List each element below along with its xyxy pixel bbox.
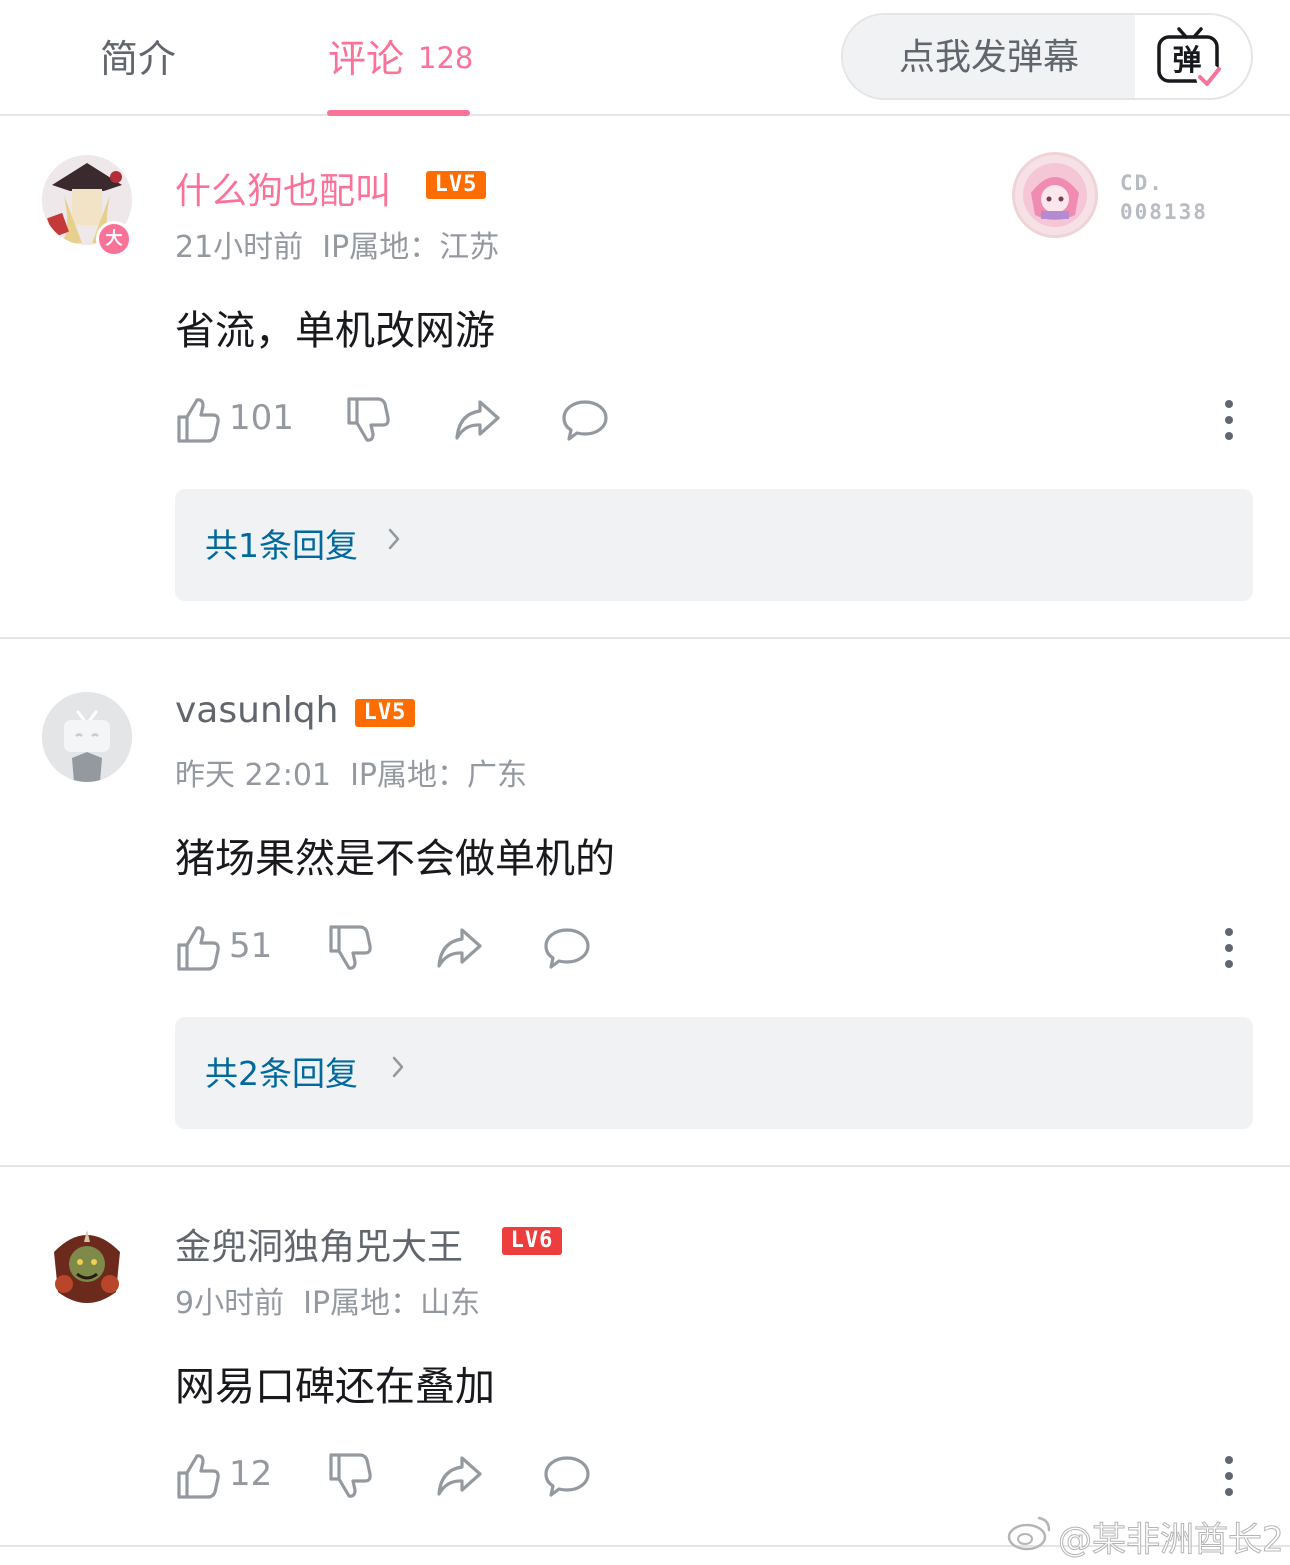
thumb-down-icon xyxy=(329,925,372,970)
more-vertical-icon xyxy=(1225,1456,1233,1496)
comment-ip: IP属地：广东 xyxy=(350,758,528,793)
tab-intro[interactable]: 简介 xyxy=(100,28,176,83)
comment-meta: 9小时前 IP属地：山东 xyxy=(175,1278,480,1322)
more-vertical-icon xyxy=(1225,928,1233,968)
tab-bar: 简介 评论 128 点我发弹幕 弹 xyxy=(0,0,1290,116)
comment-time: 昨天 22:01 xyxy=(175,758,331,793)
share-icon xyxy=(437,928,482,968)
like-button[interactable] xyxy=(175,396,221,446)
danmaku-input[interactable]: 点我发弹幕 xyxy=(843,15,1135,98)
share-button[interactable] xyxy=(435,1452,483,1502)
comment-text: 猪场果然是不会做单机的 xyxy=(175,836,615,882)
tab-comments-label: 评论 xyxy=(328,37,405,81)
comment-ip: IP属地：山东 xyxy=(303,1286,481,1321)
tab-comments[interactable]: 评论 128 xyxy=(328,28,473,83)
comment-actions: 51 xyxy=(175,924,1255,974)
level-badge: LV6 xyxy=(502,1227,562,1255)
watermark: @某非洲酋长2 xyxy=(1058,1520,1285,1561)
fan-medal-code: CD. xyxy=(1120,171,1164,195)
divider xyxy=(0,1165,1290,1167)
thumb-up-icon xyxy=(177,398,220,443)
comment-meta: 21小时前 IP属地：江苏 xyxy=(175,222,499,266)
chevron-right-icon xyxy=(392,1056,404,1078)
share-icon xyxy=(455,400,500,440)
reply-button[interactable] xyxy=(561,396,609,446)
fan-medal-image xyxy=(1023,163,1087,227)
active-tab-indicator xyxy=(327,110,470,116)
danmaku-toggle-button[interactable]: 弹 xyxy=(1155,25,1225,91)
comment-text: 网易口碑还在叠加 xyxy=(175,1364,495,1410)
share-button[interactable] xyxy=(453,396,501,446)
replies-box[interactable]: 共2条回复 xyxy=(175,1017,1253,1129)
danmaku-tv-icon: 弹 xyxy=(1157,27,1222,90)
comment-ip: IP属地：江苏 xyxy=(322,230,500,265)
avatar[interactable] xyxy=(42,692,132,782)
dislike-button[interactable] xyxy=(327,1452,373,1502)
thumb-down-icon xyxy=(347,397,390,442)
replies-link[interactable]: 共2条回复 xyxy=(205,1047,358,1095)
replies-box[interactable]: 共1条回复 xyxy=(175,489,1253,601)
username[interactable]: 什么狗也配叫 xyxy=(175,162,391,214)
share-icon xyxy=(437,1456,482,1496)
more-button[interactable] xyxy=(1222,926,1236,974)
avatar-image xyxy=(42,1222,132,1312)
chat-bubble-icon xyxy=(544,1456,590,1497)
more-button[interactable] xyxy=(1222,1454,1236,1502)
chat-bubble-icon xyxy=(544,928,590,969)
comment-time: 9小时前 xyxy=(175,1286,285,1321)
like-count: 101 xyxy=(229,398,294,438)
comment-text: 省流，单机改网游 xyxy=(175,308,495,354)
comment-actions: 101 xyxy=(175,396,1255,446)
chat-bubble-icon xyxy=(562,400,608,441)
avatar[interactable] xyxy=(42,1222,132,1312)
level-badge: LV5 xyxy=(426,171,486,199)
username[interactable]: 金兜洞独角兕大王 xyxy=(175,1218,463,1270)
like-count: 12 xyxy=(229,1454,273,1494)
thumb-up-icon xyxy=(177,926,220,971)
thumb-down-icon xyxy=(329,1453,372,1498)
comment-time: 21小时前 xyxy=(175,230,304,265)
vip-badge: 大 xyxy=(96,221,132,257)
reply-button[interactable] xyxy=(543,924,591,974)
more-button[interactable] xyxy=(1222,398,1236,446)
username[interactable]: vasunlqh xyxy=(175,690,338,731)
dislike-button[interactable] xyxy=(345,396,391,446)
fan-medal-badge[interactable] xyxy=(1012,152,1098,238)
more-vertical-icon xyxy=(1225,400,1233,440)
dislike-button[interactable] xyxy=(327,924,373,974)
like-button[interactable] xyxy=(175,924,221,974)
like-count: 51 xyxy=(229,926,273,966)
comment-meta: 昨天 22:01 IP属地：广东 xyxy=(175,750,527,794)
chevron-right-icon xyxy=(388,528,400,550)
comment-actions: 12 xyxy=(175,1452,1255,1502)
replies-link[interactable]: 共1条回复 xyxy=(205,519,358,567)
like-button[interactable] xyxy=(175,1452,221,1502)
level-badge: LV5 xyxy=(355,699,415,727)
reply-button[interactable] xyxy=(543,1452,591,1502)
weibo-icon xyxy=(1007,1516,1051,1551)
thumb-up-icon xyxy=(177,1454,220,1499)
fan-medal-number: 008138 xyxy=(1120,200,1208,224)
danmaku-bar: 点我发弹幕 弹 xyxy=(841,13,1253,100)
default-avatar-image xyxy=(42,692,132,782)
comment-count: 128 xyxy=(418,41,474,75)
divider xyxy=(0,637,1290,639)
share-button[interactable] xyxy=(435,924,483,974)
